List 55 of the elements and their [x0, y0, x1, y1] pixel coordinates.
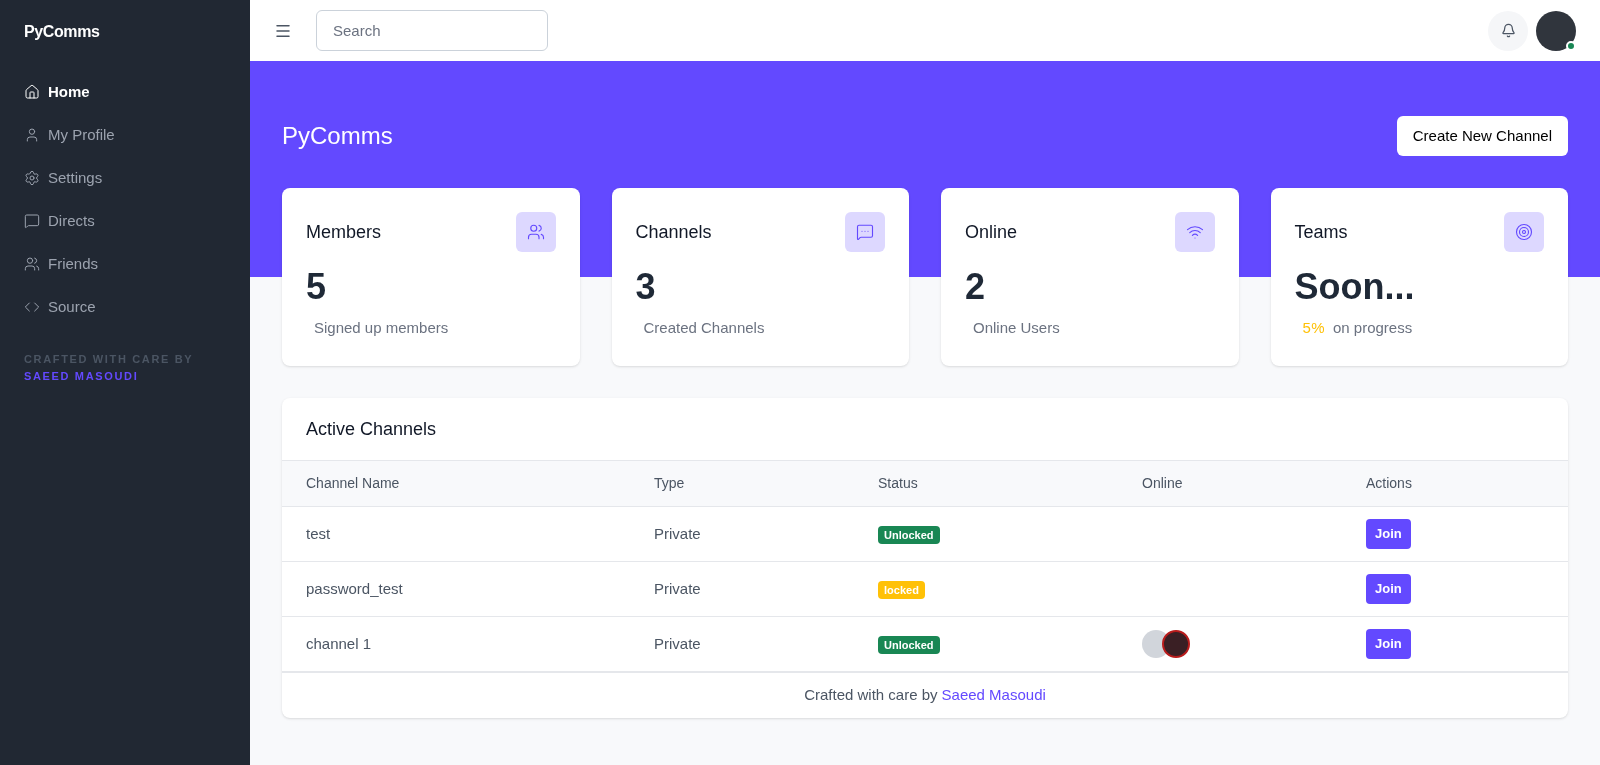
target-icon [1515, 223, 1533, 241]
notification-button[interactable] [1488, 10, 1528, 51]
channel-name: password_test [306, 578, 404, 599]
join-button[interactable]: Join [1366, 574, 1411, 604]
create-channel-button[interactable]: Create New Channel [1396, 116, 1568, 156]
stat-title: Members [306, 220, 381, 244]
nav-item[interactable]: Home [24, 80, 226, 104]
stat-value: Soon... [1294, 265, 1416, 309]
join-button[interactable]: Join [1366, 519, 1411, 549]
stat-caption: on progress [1332, 318, 1413, 338]
column-header: Status [878, 474, 919, 493]
user-icon [24, 127, 40, 143]
nav-item[interactable]: Source [24, 295, 226, 319]
nav-item[interactable]: Settings [24, 166, 226, 190]
status-badge: Unlocked [878, 525, 940, 544]
stat-caption: Online Users [973, 318, 1060, 338]
chat-bubble-icon [856, 223, 874, 241]
user-avatar[interactable] [1536, 10, 1576, 51]
code-icon [24, 299, 40, 315]
stat-caption: Signed up members [314, 318, 449, 338]
nav-item[interactable]: Friends [24, 252, 226, 276]
column-header: Channel Name [306, 474, 401, 493]
bell-icon [1500, 23, 1516, 38]
channel-type: Private [654, 633, 702, 654]
channel-type: Private [654, 523, 702, 544]
stat-title: Channels [635, 220, 712, 244]
column-header: Online [1142, 474, 1184, 493]
channel-name: channel 1 [306, 633, 373, 654]
settings-icon [24, 170, 40, 186]
stat-value: 2 [965, 265, 987, 309]
stat-value: 5 [306, 265, 328, 309]
author-link[interactable]: Saeed Masoudi [941, 684, 1046, 707]
table-title: Active Channels [305, 417, 438, 441]
nav-item[interactable]: Directs [24, 209, 226, 233]
stat-caption: Created Channels [643, 318, 765, 338]
people-icon [526, 223, 545, 241]
home-icon [24, 84, 40, 100]
stat-title: Teams [1294, 220, 1348, 244]
search-field[interactable]: Search [316, 10, 548, 51]
page-title: PyComms [282, 121, 393, 151]
column-header: Actions [1366, 474, 1413, 493]
stat-title: Online [965, 220, 1018, 244]
channel-type: Private [654, 578, 702, 599]
column-header: Type [654, 474, 686, 493]
stat-value: 3 [635, 265, 657, 309]
channel-name: test [306, 523, 332, 544]
status-badge: locked [878, 580, 925, 599]
status-badge: Unlocked [878, 635, 940, 654]
brand-logo[interactable]: PyComms [24, 20, 226, 44]
people-icon [24, 256, 40, 272]
chat-bubble-icon [24, 213, 40, 229]
nav-item[interactable]: My Profile [24, 123, 226, 147]
footer-text: Crafted with care by [804, 685, 938, 706]
progress-percent: 5% [1302, 318, 1325, 338]
join-button[interactable]: Join [1366, 629, 1411, 659]
